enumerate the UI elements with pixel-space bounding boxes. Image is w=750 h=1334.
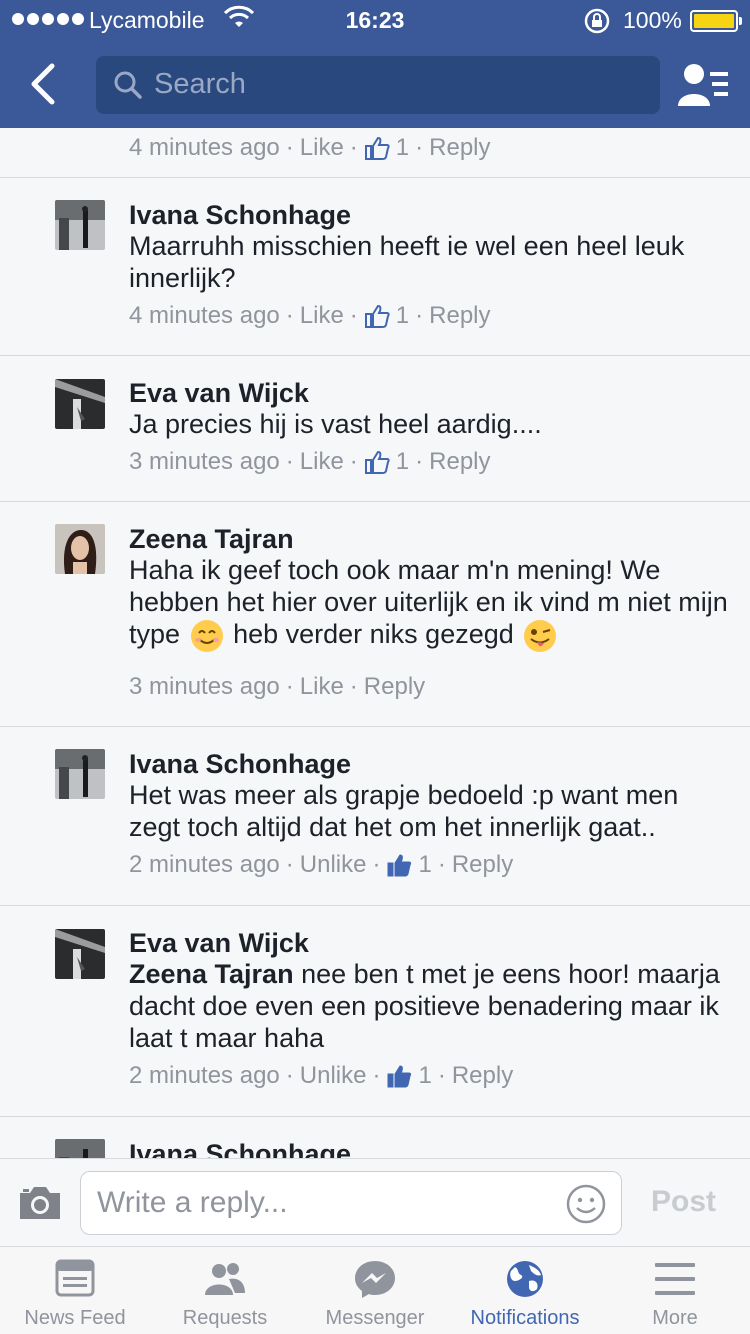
comment-item: Ivana Schonhage: [0, 1117, 750, 1158]
like-link[interactable]: Like: [300, 448, 344, 476]
messenger-icon: [355, 1261, 395, 1298]
rotation-lock-icon: [584, 8, 610, 34]
winking-tongue-emoji-icon: [524, 619, 557, 652]
news-feed-icon: [55, 1259, 95, 1297]
like-count: 1: [395, 448, 410, 475]
comments-list: 4 minutes ago · Like · 1 · Reply Ivana S…: [0, 128, 750, 1158]
comment-item: Eva van Wijck Ja precies hij is vast hee…: [0, 356, 750, 502]
tab-news-feed[interactable]: News Feed: [0, 1247, 150, 1334]
comment-meta: 4 minutes ago · Like · 1 · Reply: [129, 302, 491, 330]
comment-meta: 3 minutes ago · Like · 1 · Reply: [129, 448, 491, 476]
bottom-tab-bar: News Feed Requests Messenger Notificatio…: [0, 1246, 750, 1334]
battery-percent: 100%: [623, 7, 682, 33]
comment-author[interactable]: Ivana Schonhage: [129, 749, 351, 780]
tab-label: More: [652, 1307, 698, 1329]
thumbs-up-icon: [387, 1065, 412, 1088]
menu-icon: [655, 1263, 695, 1295]
like-count: 1: [418, 1062, 432, 1089]
camera-icon[interactable]: [18, 1183, 62, 1221]
avatar[interactable]: [55, 200, 105, 250]
comment-text: Maarruhh misschien heeft ie wel een heel…: [129, 231, 685, 293]
reply-link[interactable]: Reply: [429, 302, 490, 330]
like-link[interactable]: Like: [300, 134, 344, 162]
status-bar: Lycamobile 16:23 100%: [0, 0, 750, 40]
comment-text: Het was meer als grapje bedoeld :p want …: [129, 780, 679, 842]
avatar[interactable]: [55, 929, 105, 979]
comment-meta: 4 minutes ago · Like · 1 · Reply: [129, 134, 491, 162]
mention-link[interactable]: Zeena Tajran: [129, 959, 294, 989]
tab-notifications[interactable]: Notifications: [450, 1247, 600, 1334]
unlike-link[interactable]: Unlike: [300, 851, 367, 879]
avatar[interactable]: [55, 379, 105, 429]
search-input[interactable]: Search: [96, 56, 660, 114]
like-link[interactable]: Like: [300, 302, 344, 330]
search-icon: [114, 71, 142, 99]
comment-text: Ja precies hij is vast heel aardig....: [129, 409, 542, 439]
like-link[interactable]: Like: [300, 673, 344, 701]
reply-composer: Write a reply... Post: [0, 1158, 750, 1246]
like-count: 1: [418, 851, 432, 878]
reply-link[interactable]: Reply: [452, 851, 513, 879]
comment-text: Zeena Tajran nee ben t met je eens hoor!…: [129, 959, 720, 1053]
comment-author[interactable]: Zeena Tajran: [129, 524, 294, 555]
thumbs-up-icon: [364, 450, 390, 474]
thumbs-up-icon: [364, 304, 390, 328]
comment-author[interactable]: Eva van Wijck: [129, 378, 309, 409]
top-navigation-bar: Lycamobile 16:23 100% Search: [0, 0, 750, 128]
avatar[interactable]: [55, 1139, 105, 1158]
like-count: 1: [395, 302, 410, 329]
avatar[interactable]: [55, 749, 105, 799]
avatar[interactable]: [55, 524, 105, 574]
post-button[interactable]: Post: [651, 1185, 716, 1219]
comment-author[interactable]: Ivana Schonhage: [129, 200, 351, 231]
thumbs-up-icon: [364, 136, 390, 160]
tab-label: News Feed: [24, 1307, 126, 1329]
comment-item: Ivana Schonhage Maarruhh misschien heeft…: [0, 178, 750, 356]
battery-icon: [690, 10, 742, 32]
back-button[interactable]: [18, 58, 70, 110]
friends-list-icon[interactable]: [676, 60, 730, 110]
reply-link[interactable]: Reply: [429, 448, 490, 476]
comment-item: 4 minutes ago · Like · 1 · Reply: [0, 128, 750, 178]
tab-messenger[interactable]: Messenger: [300, 1247, 450, 1334]
thumbs-up-icon: [387, 854, 412, 877]
comment-meta: 2 minutes ago · Unlike · 1 · Reply: [129, 851, 514, 879]
tab-label: Messenger: [325, 1307, 425, 1329]
unlike-link[interactable]: Unlike: [300, 1062, 367, 1090]
like-count: 1: [395, 134, 410, 161]
reply-placeholder: Write a reply...: [97, 1186, 288, 1219]
comment-author[interactable]: Ivana Schonhage: [129, 1139, 351, 1158]
reply-link[interactable]: Reply: [429, 134, 490, 162]
globe-icon: [507, 1261, 543, 1297]
tab-requests[interactable]: Requests: [150, 1247, 300, 1334]
comment-author[interactable]: Eva van Wijck: [129, 928, 309, 959]
friend-requests-icon: [205, 1263, 245, 1295]
tab-more[interactable]: More: [600, 1247, 750, 1334]
reply-link[interactable]: Reply: [452, 1062, 513, 1090]
comment-meta: 2 minutes ago · Unlike · 1 · Reply: [129, 1062, 514, 1090]
tab-label: Notifications: [470, 1307, 580, 1329]
comment-item: Eva van Wijck Zeena Tajran nee ben t met…: [0, 906, 750, 1117]
comment-item: Zeena Tajran Haha ik geef toch ook maar …: [0, 502, 750, 727]
comment-text: Haha ik geef toch ook maar m'n mening! W…: [129, 554, 734, 653]
reply-link[interactable]: Reply: [364, 673, 425, 701]
smiling-emoji-icon: [190, 619, 223, 652]
comment-meta: 3 minutes ago · Like · Reply: [129, 673, 426, 701]
reply-input[interactable]: Write a reply...: [80, 1171, 622, 1235]
tab-label: Requests: [182, 1307, 268, 1329]
smiley-icon[interactable]: [565, 1183, 607, 1225]
comment-item: Ivana Schonhage Het was meer als grapje …: [0, 727, 750, 906]
search-placeholder: Search: [154, 68, 246, 100]
